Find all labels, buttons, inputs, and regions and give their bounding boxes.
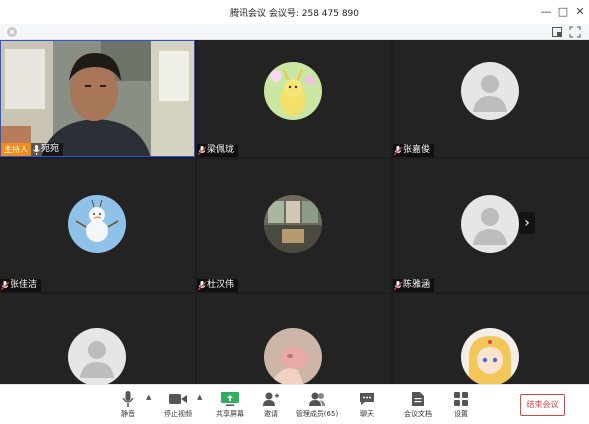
mic-off-icon — [393, 144, 403, 157]
mute-options-caret[interactable]: ▲ — [146, 393, 151, 401]
close-button[interactable]: ✕ — [572, 4, 588, 20]
settings-label: 设置 — [454, 410, 468, 418]
title-bar: 腾讯会议 会议号: 258 475 890 — □ ✕ — [0, 0, 589, 24]
members-icon — [294, 389, 340, 409]
video-tile[interactable] — [0, 294, 195, 384]
participant-name: 张嘉俊 — [403, 145, 431, 155]
default-avatar-icon — [68, 328, 126, 384]
video-tile-host[interactable]: 主持人 宛宛 — [0, 40, 195, 157]
stop-video-button[interactable]: 停止视频 — [160, 389, 196, 423]
stop-video-label: 停止视频 — [164, 410, 192, 418]
avatar — [461, 328, 519, 384]
default-avatar-icon — [461, 62, 519, 120]
meeting-toolbar: 静音 ▲ 停止视频 ▲ 共享屏幕 邀请 管理成员(65) 聊天 会议文档 设置 … — [0, 384, 589, 424]
participant-name: 宛宛 — [41, 144, 60, 154]
settings-button[interactable]: 设置 — [448, 389, 474, 423]
document-icon — [400, 389, 436, 409]
share-screen-label: 共享屏幕 — [216, 410, 244, 418]
microphone-icon — [113, 389, 143, 409]
participant-name: 杜汉伟 — [207, 280, 235, 290]
video-tile[interactable] — [393, 294, 589, 384]
chat-button[interactable]: 聊天 — [352, 389, 382, 423]
manage-members-button[interactable]: 管理成员(65) — [294, 389, 340, 423]
video-tile[interactable]: 杜汉伟 — [197, 159, 391, 292]
nameplate: 杜汉伟 — [197, 279, 239, 292]
add-user-icon — [258, 389, 284, 409]
camera-feed — [1, 41, 194, 156]
invite-button[interactable]: 邀请 — [258, 389, 284, 423]
settings-grid-icon — [448, 389, 474, 409]
info-bar — [0, 24, 589, 40]
participant-name: 梁佩珑 — [207, 145, 235, 155]
end-meeting-button[interactable]: 结束会议 — [520, 394, 565, 416]
participant-name: 陈雅涵 — [403, 280, 431, 290]
meeting-documents-label: 会议文档 — [404, 410, 432, 418]
avatar — [264, 328, 322, 384]
host-badge: 主持人 — [1, 143, 31, 156]
mic-icon — [31, 143, 41, 156]
shield-icon[interactable] — [6, 26, 18, 38]
fullscreen-icon[interactable] — [569, 26, 581, 38]
video-tile[interactable]: 梁佩珑 — [197, 40, 391, 157]
share-screen-button[interactable]: 共享屏幕 — [212, 389, 248, 423]
nameplate: 梁佩珑 — [197, 144, 239, 157]
default-avatar-icon — [461, 195, 519, 253]
video-grid: 主持人 宛宛 梁佩珑 张嘉俊 张佳洁 杜汉伟 陈雅涵 › — [0, 40, 589, 384]
mic-off-icon — [197, 279, 207, 292]
avatar — [264, 195, 322, 253]
next-page-arrow[interactable]: › — [519, 212, 535, 234]
meeting-documents-button[interactable]: 会议文档 — [400, 389, 436, 423]
nameplate: 主持人 宛宛 — [1, 143, 64, 156]
window-title: 腾讯会议 会议号: 258 475 890 — [229, 9, 359, 19]
minimize-button[interactable]: — — [538, 4, 554, 20]
mute-label: 静音 — [121, 410, 135, 418]
participant-name: 张佳洁 — [10, 280, 38, 290]
mute-button[interactable]: 静音 — [113, 389, 143, 423]
invite-label: 邀请 — [264, 410, 278, 418]
mic-off-icon — [393, 279, 403, 292]
video-camera-icon — [160, 389, 196, 409]
layout-icon[interactable] — [551, 26, 563, 38]
nameplate: 张佳洁 — [0, 279, 42, 292]
chat-icon — [352, 389, 382, 409]
video-options-caret[interactable]: ▲ — [197, 393, 202, 401]
share-screen-icon — [212, 389, 248, 409]
nameplate: 陈雅涵 — [393, 279, 435, 292]
nameplate: 张嘉俊 — [393, 144, 435, 157]
video-tile[interactable]: 张佳洁 — [0, 159, 195, 292]
video-tile[interactable]: 陈雅涵 — [393, 159, 589, 292]
avatar — [68, 195, 126, 253]
maximize-button[interactable]: □ — [555, 4, 571, 20]
video-tile[interactable] — [197, 294, 391, 384]
mic-off-icon — [197, 144, 207, 157]
video-tile[interactable]: 张嘉俊 — [393, 40, 589, 157]
mic-off-icon — [0, 279, 10, 292]
chat-label: 聊天 — [360, 410, 374, 418]
avatar — [264, 62, 322, 120]
manage-members-label: 管理成员(65) — [295, 410, 339, 418]
